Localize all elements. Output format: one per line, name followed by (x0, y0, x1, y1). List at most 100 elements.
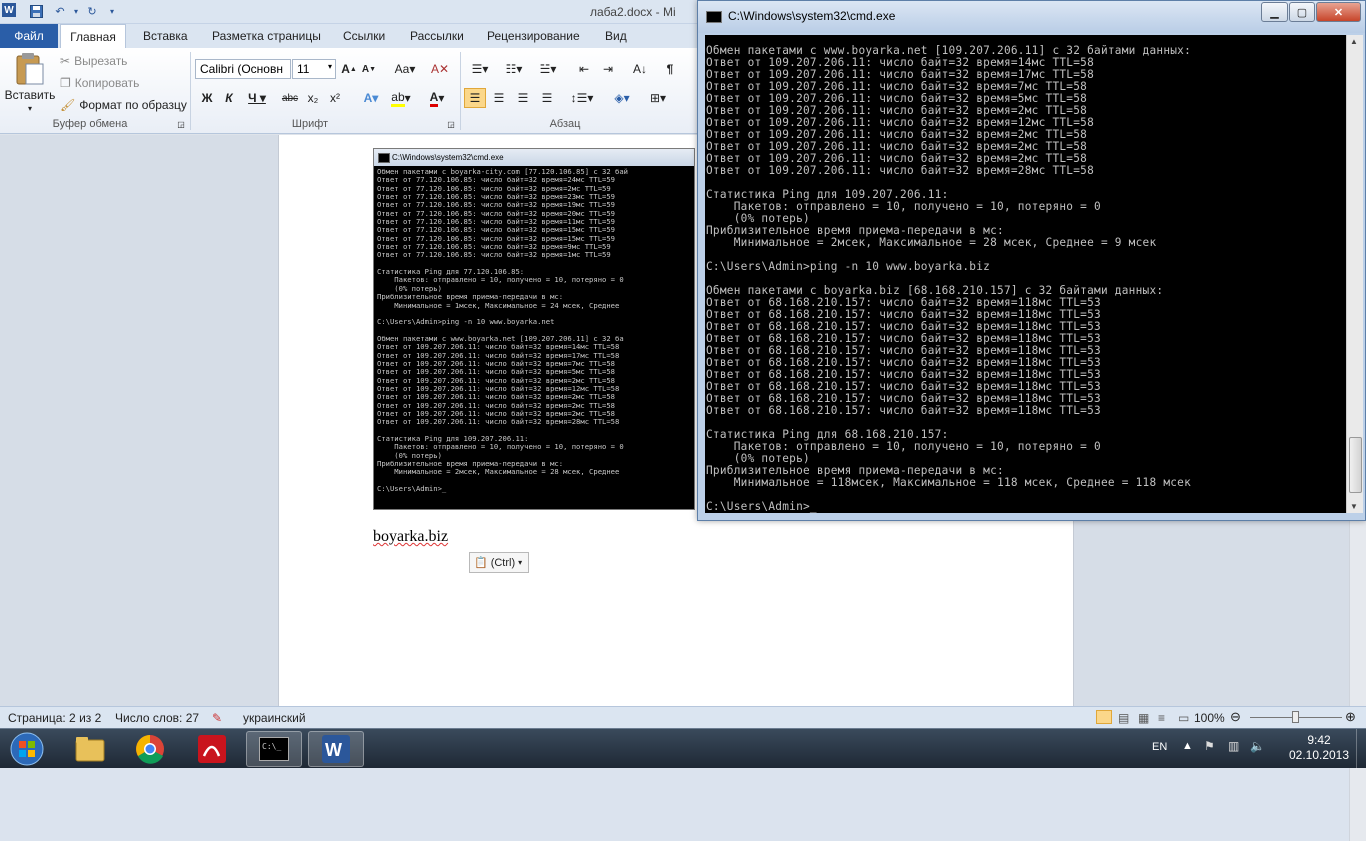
redo-icon[interactable]: ↻ (84, 3, 100, 19)
cmd-scroll-thumb[interactable] (1349, 437, 1362, 493)
font-color-icon[interactable]: A ▾ (424, 88, 450, 108)
shrink-font-icon[interactable]: A ▼ (360, 59, 378, 79)
highlight-icon[interactable]: ab ▾ (388, 88, 414, 108)
language-indicator[interactable]: EN (1152, 741, 1167, 753)
cmd-line: C:\Users\Admin>ping -n 10 www.boyarka.bi… (706, 260, 991, 273)
cmd-scrollbar[interactable]: ▲ ▼ (1346, 35, 1363, 513)
tab-home[interactable]: Главная (60, 24, 126, 49)
zoom-slider-thumb[interactable] (1292, 711, 1299, 723)
align-left-icon[interactable]: ☰ (464, 88, 486, 108)
italic-icon[interactable]: К (220, 88, 238, 108)
web-layout-view-icon[interactable]: ▦ (1138, 711, 1149, 725)
change-case-icon[interactable]: Aa▾ (392, 59, 418, 79)
document-title: лаба2.docx - Mi (590, 5, 676, 19)
cmd-window[interactable]: C:\Windows\system32\cmd.exe ▁ ▢ ✕ Обмен … (697, 0, 1366, 521)
tab-references[interactable]: Ссылки (343, 24, 385, 48)
clear-formatting-icon[interactable]: A✕ (430, 59, 450, 79)
minimize-button[interactable]: ▁ (1261, 2, 1288, 22)
show-desktop-button[interactable] (1356, 729, 1366, 769)
decrease-indent-icon[interactable]: ⇤ (574, 59, 594, 79)
full-screen-view-icon[interactable]: ▤ (1118, 711, 1129, 725)
status-language[interactable]: украинский (243, 711, 306, 725)
embedded-cmd-title: C:\Windows\system32\cmd.exe (374, 149, 694, 166)
superscript-icon[interactable]: x² (326, 88, 344, 108)
font-dialog-launcher-icon[interactable]: ◲ (446, 118, 456, 130)
subscript-icon[interactable]: x₂ (304, 88, 322, 108)
clipboard-group-label: Буфер обмена (52, 118, 128, 130)
cmd-line: Ответ от 68.168.210.157: число байт=32 в… (706, 404, 1101, 417)
copy-button[interactable]: ❐ Копировать (60, 76, 139, 90)
taskbar-cmd[interactable]: C:\_ (246, 731, 302, 767)
strikethrough-icon[interactable]: abc (280, 88, 300, 108)
underline-icon[interactable]: Ч ▾ (244, 88, 270, 108)
taskbar-word[interactable]: W (308, 731, 364, 767)
tab-mailings[interactable]: Рассылки (410, 24, 464, 48)
draft-view-icon[interactable]: ▭ (1178, 711, 1189, 725)
cmd-title-bar[interactable]: C:\Windows\system32\cmd.exe ▁ ▢ ✕ (698, 1, 1365, 33)
tray-volume-icon[interactable]: 🔈 (1250, 739, 1265, 753)
align-center-icon[interactable]: ☰ (488, 88, 510, 108)
paste-button[interactable]: Вставить ▾ (5, 52, 55, 113)
quick-access-customize-icon[interactable]: ▾ (104, 3, 120, 19)
justify-icon[interactable]: ☰ (536, 88, 558, 108)
increase-indent-icon[interactable]: ⇥ (598, 59, 618, 79)
scroll-up-icon[interactable]: ▲ (1350, 37, 1358, 46)
start-button[interactable] (2, 731, 52, 767)
align-right-icon[interactable]: ☰ (512, 88, 534, 108)
status-word-count[interactable]: Число слов: 27 (115, 711, 199, 725)
save-icon[interactable] (28, 3, 44, 19)
show-formatting-icon[interactable]: ¶ (660, 59, 680, 79)
font-size-combo[interactable]: 11 ▾ (292, 59, 336, 79)
proofing-icon[interactable]: ✎ (212, 711, 222, 725)
close-button[interactable]: ✕ (1316, 2, 1361, 22)
bullets-icon[interactable]: ☰▾ (466, 59, 494, 79)
tab-review[interactable]: Рецензирование (487, 24, 580, 48)
format-painter-button[interactable]: 🖌 Формат по образцу (60, 98, 187, 112)
word-logo-icon[interactable]: W (2, 3, 16, 17)
undo-icon[interactable]: ↶ (52, 3, 68, 19)
document-text[interactable]: boyarka.biz (373, 528, 448, 546)
taskbar-clock[interactable]: 9:42 02.10.2013 (1284, 733, 1354, 763)
cut-button[interactable]: ✂ Вырезать (60, 54, 127, 68)
tab-file[interactable]: Файл (0, 24, 58, 48)
embedded-cmd-line: Минимальное = 1мсек, Максимальное = 24 м… (377, 300, 620, 310)
tab-page-layout[interactable]: Разметка страницы (212, 24, 321, 48)
zoom-in-icon[interactable]: ⊕ (1345, 709, 1356, 725)
taskbar-adobe-reader[interactable] (184, 731, 240, 767)
taskbar-explorer[interactable] (62, 731, 118, 767)
taskbar-chrome[interactable] (122, 731, 178, 767)
bold-icon[interactable]: Ж (198, 88, 216, 108)
line-spacing-icon[interactable]: ↕☰▾ (568, 88, 596, 108)
tray-flag-icon[interactable]: ⚑ (1204, 739, 1215, 753)
undo-dropdown-icon[interactable]: ▾ (68, 3, 84, 19)
tab-insert[interactable]: Вставка (143, 24, 188, 48)
zoom-out-icon[interactable]: ⊖ (1230, 709, 1241, 725)
scroll-down-icon[interactable]: ▼ (1350, 502, 1358, 511)
cmd-line: Ответ от 109.207.206.11: число байт=32 в… (706, 164, 1095, 177)
tray-expand-icon[interactable]: ▲ (1182, 740, 1193, 752)
text-effects-icon[interactable]: A▾ (358, 88, 384, 108)
dialog-launcher-icon[interactable]: ◲ (176, 118, 186, 130)
status-bar: Страница: 2 из 2 Число слов: 27 ✎ украин… (0, 706, 1366, 728)
borders-icon[interactable]: ⊞▾ (644, 88, 672, 108)
font-group-label: Шрифт (291, 118, 329, 130)
paste-dropdown-icon: ▾ (27, 104, 32, 113)
embedded-cmd-screenshot[interactable]: C:\Windows\system32\cmd.exe Обмен пакета… (373, 148, 695, 510)
shading-icon[interactable]: ◈▾ (608, 88, 636, 108)
maximize-button[interactable]: ▢ (1289, 2, 1315, 22)
font-name-combo[interactable]: Calibri (Основн (195, 59, 291, 79)
tab-view[interactable]: Вид (605, 24, 627, 48)
cmd-console[interactable]: Обмен пакетами с www.boyarka.net [109.20… (705, 35, 1346, 513)
multilevel-list-icon[interactable]: ☱▾ (534, 59, 562, 79)
grow-font-icon[interactable]: A ▲ (340, 59, 358, 79)
outline-view-icon[interactable]: ≡ (1158, 711, 1165, 725)
numbering-icon[interactable]: ☷▾ (500, 59, 528, 79)
cmd-line: Минимальное = 118мсек, Максимальное = 11… (706, 476, 1192, 489)
status-page[interactable]: Страница: 2 из 2 (8, 711, 101, 725)
tray-network-icon[interactable]: ▥ (1228, 739, 1239, 753)
print-layout-view-icon[interactable] (1096, 710, 1112, 724)
paste-options-button[interactable]: 📋 (Ctrl) ▾ (469, 552, 529, 573)
copy-label: Копировать (74, 76, 140, 90)
zoom-level[interactable]: 100% (1194, 711, 1225, 725)
sort-icon[interactable]: A↓ (628, 59, 652, 79)
